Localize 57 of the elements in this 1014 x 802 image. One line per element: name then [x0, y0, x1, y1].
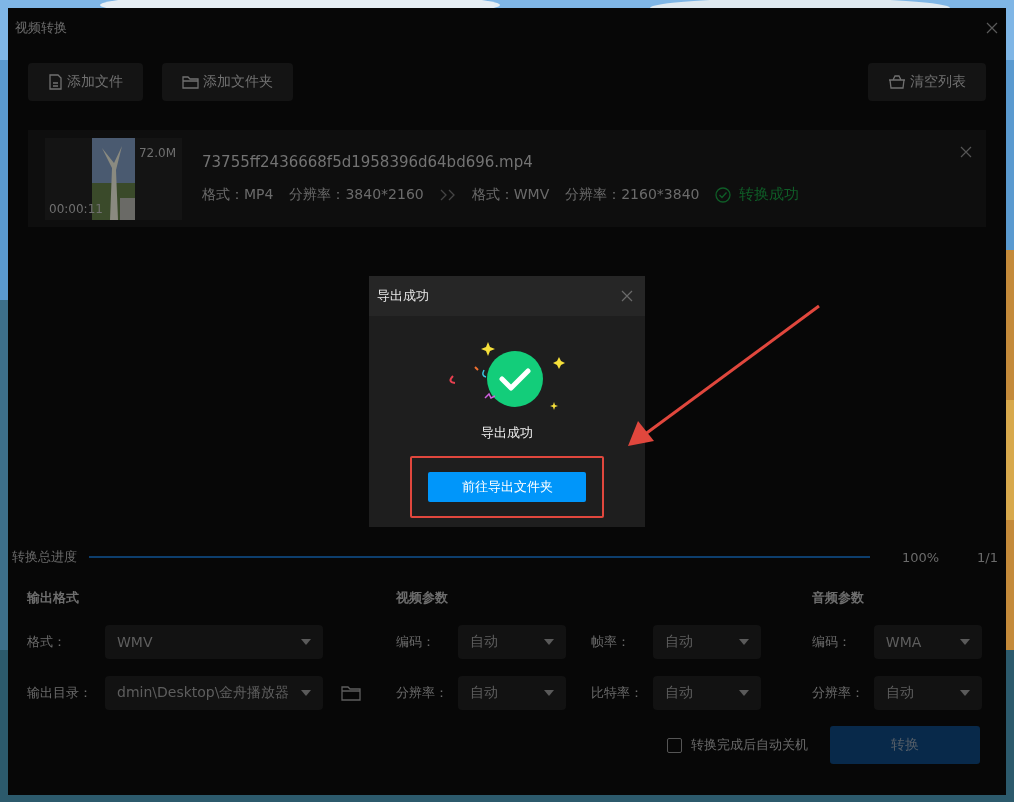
toolbar-button[interactable]: 添加文件	[28, 63, 143, 101]
caret-icon	[301, 690, 311, 696]
field-label: 编码：	[396, 633, 437, 651]
toolbar-button[interactable]: 添加文件夹	[162, 63, 293, 101]
progress-label: 转换总进度	[12, 548, 77, 566]
close-icon[interactable]	[621, 290, 633, 302]
document-icon	[48, 74, 63, 90]
select-field[interactable]: 自动	[653, 676, 762, 710]
progress-percent: 100%	[901, 549, 940, 565]
caret-icon	[739, 690, 750, 696]
select-field[interactable]: 自动	[653, 625, 762, 659]
convert-button[interactable]: 转换	[830, 726, 980, 764]
basket-icon	[888, 75, 906, 89]
folder-icon[interactable]	[341, 685, 361, 701]
check-circle-icon	[715, 186, 732, 203]
progress-count: 1/1	[977, 549, 998, 565]
dialog-message: 导出成功	[481, 424, 533, 442]
section-title: 视频参数	[396, 589, 450, 607]
dialog-title: 导出成功	[377, 287, 429, 305]
duration: 00:00:11	[49, 201, 103, 216]
field-label: 帧率：	[591, 633, 632, 651]
file-size: 72.0M	[138, 145, 176, 160]
select-field[interactable]: WMV	[105, 625, 323, 659]
target-info: 格式：WMV	[471, 185, 550, 204]
clear-list-button[interactable]: 清空列表	[868, 63, 986, 101]
open-folder-button[interactable]: 前往导出文件夹	[428, 472, 586, 502]
field-label: 分辨率：	[811, 684, 865, 702]
field-label: 输出目录：	[27, 684, 93, 702]
section-title: 输出格式	[27, 589, 80, 607]
select-field[interactable]: dmin\Desktop\金舟播放器	[105, 676, 323, 710]
field-label: 比特率：	[591, 684, 645, 702]
caret-icon	[959, 639, 970, 645]
checkbox-label: 转换完成后自动关机	[691, 736, 808, 754]
caret-icon	[544, 690, 555, 696]
file-name: 73755ff2436668f5d1958396d64bd696.mp4	[202, 153, 534, 171]
close-icon[interactable]	[986, 22, 998, 34]
select-field[interactable]: 自动	[458, 625, 567, 659]
status-text: 转换成功	[739, 185, 800, 204]
select-field[interactable]: 自动	[873, 676, 982, 710]
field-label: 编码：	[811, 633, 852, 651]
double-chevron-icon	[439, 188, 456, 201]
field-label: 格式：	[27, 633, 67, 651]
window-title: 视频转换	[15, 19, 67, 37]
caret-icon	[959, 690, 970, 696]
checkbox[interactable]	[667, 737, 682, 753]
target-info: 分辨率：2160*3840	[565, 185, 700, 204]
caret-icon	[739, 639, 750, 645]
folder-icon	[182, 75, 199, 89]
caret-icon	[301, 639, 311, 645]
source-info: 格式：MP4	[202, 185, 274, 204]
remove-icon[interactable]	[960, 146, 972, 158]
select-field[interactable]: 自动	[458, 676, 567, 710]
caret-icon	[544, 639, 555, 645]
section-title: 音频参数	[811, 589, 865, 607]
select-field[interactable]: WMA	[873, 625, 982, 659]
source-info: 分辨率：3840*2160	[289, 185, 424, 204]
field-label: 分辨率：	[396, 684, 450, 702]
